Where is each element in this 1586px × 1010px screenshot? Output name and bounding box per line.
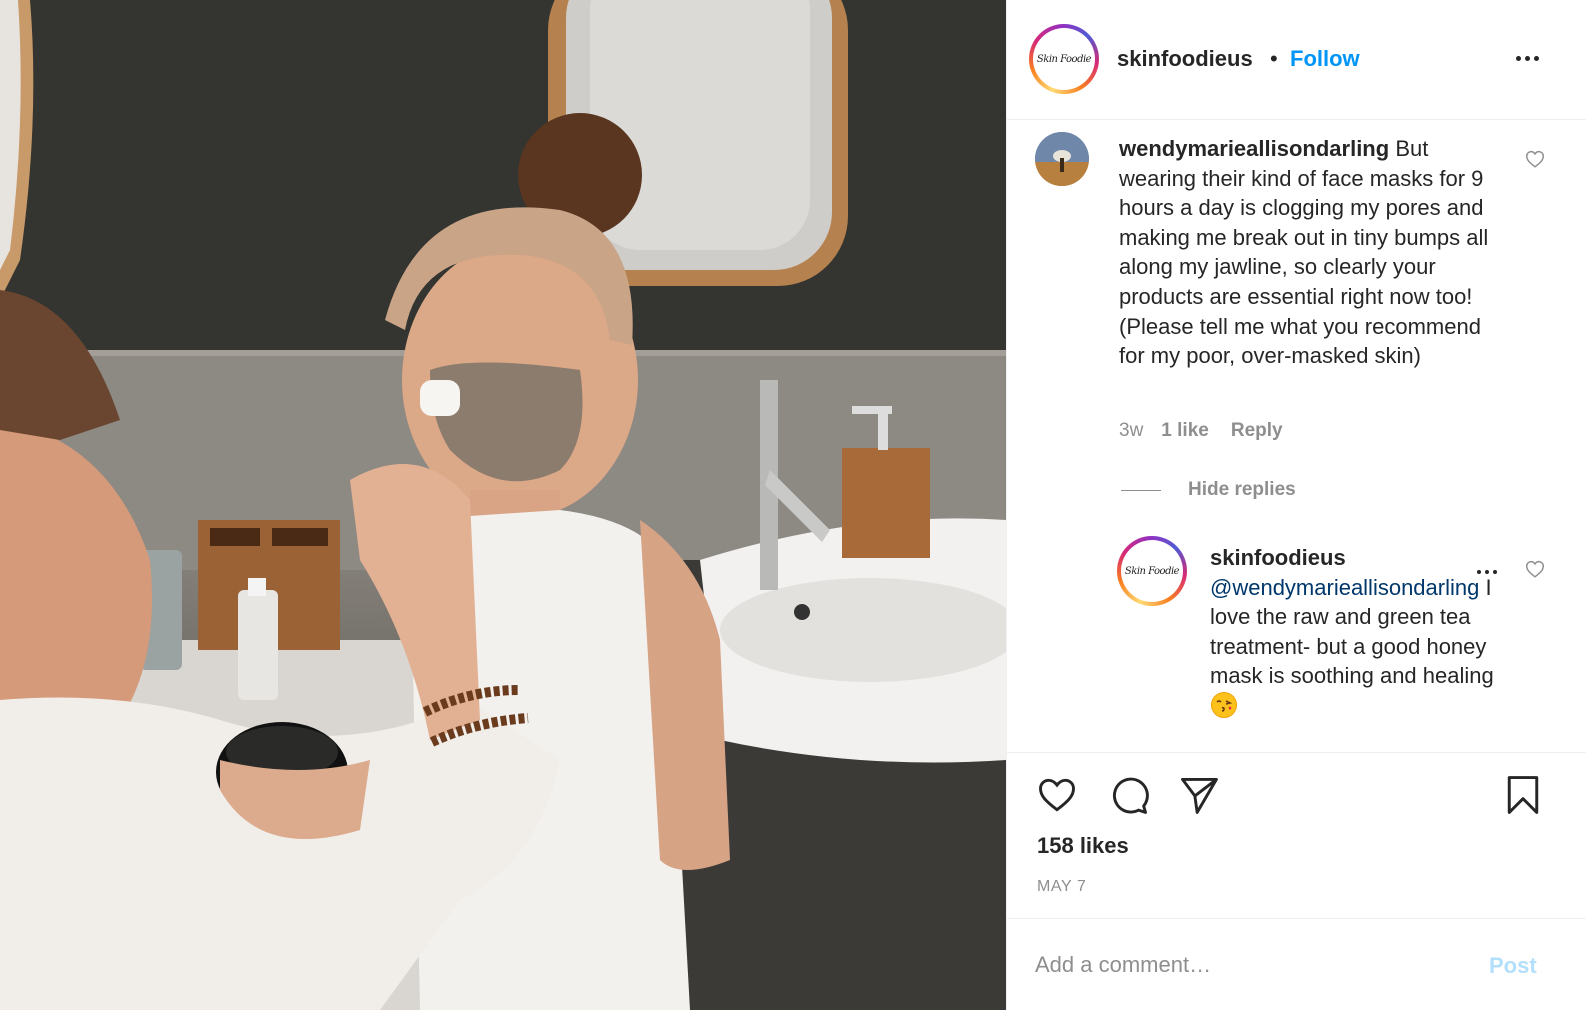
add-comment-input[interactable]	[1035, 945, 1475, 985]
header-separator: •	[1270, 46, 1278, 71]
comment-likes[interactable]: 1 like	[1161, 420, 1209, 442]
follow-button[interactable]: Follow	[1290, 46, 1360, 72]
face-blowing-kiss-emoji-icon	[1211, 691, 1237, 718]
like-heart-icon[interactable]	[1035, 773, 1079, 817]
comment-body: wendymarieallisondarling But wearing the…	[1119, 134, 1509, 371]
reply-button[interactable]: Reply	[1231, 420, 1283, 442]
more-options-icon[interactable]	[1509, 44, 1545, 72]
dot	[1485, 570, 1489, 574]
dot	[1477, 570, 1481, 574]
dot	[1515, 55, 1521, 61]
author-avatar[interactable]: Skin Foodie	[1029, 24, 1099, 94]
commenter-avatar-image	[1035, 132, 1089, 186]
post-photo[interactable]	[0, 0, 1006, 1010]
reply-more-options-icon[interactable]	[1477, 566, 1507, 578]
comment-like-heart-icon[interactable]	[1524, 148, 1546, 170]
post-actions: 158 likes MAY 7	[1007, 752, 1586, 918]
comment-bubble-icon[interactable]	[1107, 773, 1151, 817]
likes-count[interactable]: 158 likes	[1037, 833, 1129, 859]
reply-like-heart-icon[interactable]	[1524, 558, 1546, 580]
reply-author-avatar[interactable]: Skin Foodie	[1117, 536, 1187, 606]
reply-mention-link[interactable]: @wendymarieallisondarling	[1210, 575, 1479, 600]
commenter-avatar[interactable]	[1035, 132, 1089, 186]
comment-time[interactable]: 3w	[1119, 420, 1143, 442]
comment-text: But wearing their kind of face masks for…	[1119, 136, 1489, 369]
reply-username[interactable]: skinfoodieus	[1210, 543, 1502, 573]
dot	[1493, 570, 1497, 574]
post-side-panel: Skin Foodie skinfoodieus • Follow wendym…	[1006, 0, 1586, 1010]
post-header: Skin Foodie skinfoodieus • Follow	[1007, 0, 1586, 120]
add-comment-bar: Post	[1007, 918, 1586, 1010]
avatar-inner: Skin Foodie	[1121, 540, 1183, 602]
replies-divider	[1121, 490, 1161, 491]
commenter-username[interactable]: wendymarieallisondarling	[1119, 136, 1389, 161]
hide-replies-button[interactable]: Hide replies	[1188, 479, 1296, 501]
post-photo-illustration	[0, 0, 1006, 1010]
dot	[1533, 55, 1539, 61]
comment-meta: 3w 1 like Reply	[1119, 420, 1283, 442]
post-date[interactable]: MAY 7	[1037, 878, 1087, 896]
brand-logo: Skin Foodie	[1036, 53, 1092, 65]
share-paper-plane-icon[interactable]	[1177, 773, 1221, 817]
post-comment-button[interactable]: Post	[1489, 953, 1537, 979]
avatar-inner: Skin Foodie	[1033, 28, 1095, 90]
reply-body: skinfoodieus @wendymarieallisondarling I…	[1210, 543, 1502, 721]
author-username[interactable]: skinfoodieus	[1117, 46, 1253, 72]
comments-list[interactable]: wendymarieallisondarling But wearing the…	[1007, 120, 1586, 752]
save-bookmark-icon[interactable]	[1501, 773, 1545, 817]
brand-logo: Skin Foodie	[1124, 565, 1180, 577]
dot	[1524, 55, 1530, 61]
